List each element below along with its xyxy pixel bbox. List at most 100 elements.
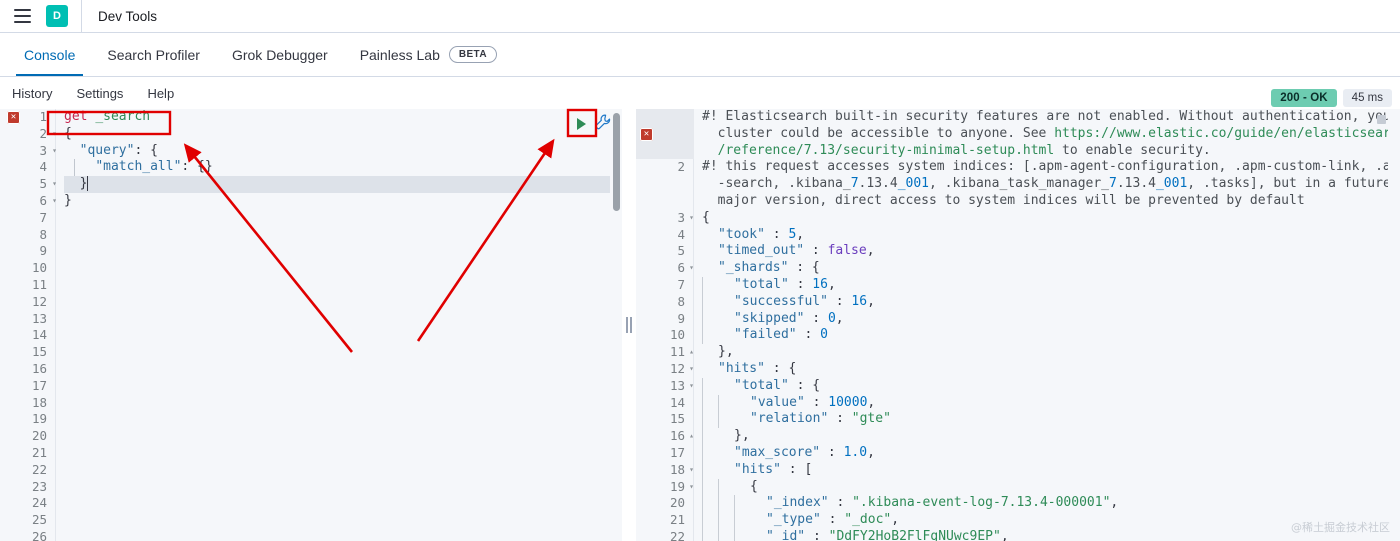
code-line bbox=[64, 311, 622, 328]
line-number: 18▾ bbox=[636, 462, 693, 479]
request-gutter: 12▾3▾45▾6▾789101112131415161718192021222… bbox=[0, 109, 56, 541]
indent-guide bbox=[74, 159, 75, 176]
tab-search-profiler[interactable]: Search Profiler bbox=[91, 33, 216, 76]
code-line bbox=[64, 344, 622, 361]
tab-console[interactable]: Console bbox=[8, 33, 91, 76]
line-number: 16▴ bbox=[636, 428, 693, 445]
request-editor[interactable]: 12▾3▾45▾6▾789101112131415161718192021222… bbox=[0, 109, 622, 541]
code-line: }, bbox=[702, 344, 1400, 361]
line-number-spacer bbox=[636, 176, 693, 193]
code-line: "hits" : [ bbox=[702, 462, 1400, 479]
line-number: 13▾ bbox=[636, 378, 693, 395]
code-line: -search, .kibana_7.13.4_001, .kibana_tas… bbox=[702, 176, 1400, 193]
code-line bbox=[64, 395, 622, 412]
code-line bbox=[64, 243, 622, 260]
line-number: 9 bbox=[0, 243, 55, 260]
tab-label: Search Profiler bbox=[107, 47, 200, 63]
hamburger-menu-icon[interactable] bbox=[10, 4, 34, 28]
response-code-area: #! Elasticsearch built-in security featu… bbox=[694, 109, 1400, 541]
line-number: 8 bbox=[636, 294, 693, 311]
response-scroll-up-button[interactable] bbox=[1377, 115, 1386, 124]
code-line bbox=[64, 327, 622, 344]
status-badge-duration: 45 ms bbox=[1343, 89, 1392, 107]
line-number: 17 bbox=[636, 445, 693, 462]
line-number: 5▾ bbox=[0, 176, 55, 193]
code-line: { bbox=[702, 210, 1400, 227]
line-number: 26 bbox=[0, 529, 55, 541]
line-number: 23 bbox=[0, 479, 55, 496]
line-number: 5 bbox=[636, 243, 693, 260]
line-number: 12 bbox=[0, 294, 55, 311]
code-line bbox=[64, 479, 622, 496]
send-request-button[interactable] bbox=[570, 113, 592, 135]
response-status-group: 200 - OK 45 ms bbox=[1271, 89, 1392, 107]
pane-splitter[interactable] bbox=[622, 109, 636, 541]
page-title: Dev Tools bbox=[98, 9, 157, 24]
code-line: "relation" : "gte" bbox=[702, 411, 1400, 428]
line-number: 9 bbox=[636, 311, 693, 328]
code-line bbox=[64, 445, 622, 462]
response-editor[interactable]: 123▾456▾7891011▴12▾13▾141516▴1718▾19▾202… bbox=[636, 109, 1400, 541]
line-number: 19▾ bbox=[636, 479, 693, 496]
code-line: } bbox=[64, 176, 622, 193]
tab-label: Console bbox=[24, 47, 75, 63]
tab-grok-debugger[interactable]: Grok Debugger bbox=[216, 33, 344, 76]
code-line: "skipped" : 0, bbox=[702, 311, 1400, 328]
line-number: 7 bbox=[0, 210, 55, 227]
code-line: "total" : 16, bbox=[702, 277, 1400, 294]
code-line bbox=[64, 512, 622, 529]
line-number: 4 bbox=[0, 159, 55, 176]
line-number: 4 bbox=[636, 227, 693, 244]
tab-painless-lab[interactable]: Painless Lab BETA bbox=[344, 33, 513, 76]
code-line: "_index" : ".kibana-event-log-7.13.4-000… bbox=[702, 495, 1400, 512]
code-line bbox=[64, 378, 622, 395]
status-badge-code: 200 - OK bbox=[1271, 89, 1336, 107]
error-marker-icon[interactable]: ✕ bbox=[640, 128, 653, 141]
line-number: 21 bbox=[636, 512, 693, 529]
error-marker-icon[interactable]: ✕ bbox=[7, 111, 20, 124]
line-number-spacer bbox=[636, 193, 693, 210]
line-number: 15 bbox=[636, 411, 693, 428]
response-gutter: 123▾456▾7891011▴12▾13▾141516▴1718▾19▾202… bbox=[636, 109, 694, 541]
code-line bbox=[64, 361, 622, 378]
request-scrollbar-thumb[interactable] bbox=[613, 113, 620, 211]
code-line bbox=[64, 495, 622, 512]
menu-settings[interactable]: Settings bbox=[64, 86, 135, 101]
menu-help[interactable]: Help bbox=[135, 86, 186, 101]
code-line: "total" : { bbox=[702, 378, 1400, 395]
code-line bbox=[64, 210, 622, 227]
play-icon bbox=[577, 118, 586, 130]
code-line: "max_score" : 1.0, bbox=[702, 445, 1400, 462]
response-scroll-track bbox=[1388, 109, 1400, 541]
line-number: 20 bbox=[0, 428, 55, 445]
line-number: 8 bbox=[0, 227, 55, 244]
line-number: 2 bbox=[636, 159, 693, 176]
line-number: 3▾ bbox=[636, 210, 693, 227]
code-line: "failed" : 0 bbox=[702, 327, 1400, 344]
line-number: 20 bbox=[636, 495, 693, 512]
code-line: } bbox=[64, 193, 622, 210]
line-number: 14 bbox=[0, 327, 55, 344]
splitter-grip-icon bbox=[626, 317, 632, 333]
code-line: "value" : 10000, bbox=[702, 395, 1400, 412]
line-number: 11 bbox=[0, 277, 55, 294]
wrench-icon[interactable] bbox=[594, 113, 612, 131]
code-line: "took" : 5, bbox=[702, 227, 1400, 244]
line-number: 19 bbox=[0, 411, 55, 428]
line-number: 13 bbox=[0, 311, 55, 328]
line-number: 2▾ bbox=[0, 126, 55, 143]
code-line: #! this request accesses system indices:… bbox=[702, 159, 1400, 176]
line-number: 15 bbox=[0, 344, 55, 361]
header-divider bbox=[81, 0, 82, 33]
code-line: cluster could be accessible to anyone. S… bbox=[702, 126, 1400, 143]
code-line: #! Elasticsearch built-in security featu… bbox=[702, 109, 1400, 126]
line-number: 25 bbox=[0, 512, 55, 529]
code-line: "successful" : 16, bbox=[702, 294, 1400, 311]
line-number: 21 bbox=[0, 445, 55, 462]
request-code-area[interactable]: get _search{ "query": { "match_all": {} … bbox=[56, 109, 622, 541]
code-line: }, bbox=[702, 428, 1400, 445]
line-number: 10 bbox=[0, 260, 55, 277]
global-header: D Dev Tools bbox=[0, 0, 1400, 33]
menu-history[interactable]: History bbox=[0, 86, 64, 101]
line-number: 14 bbox=[636, 395, 693, 412]
